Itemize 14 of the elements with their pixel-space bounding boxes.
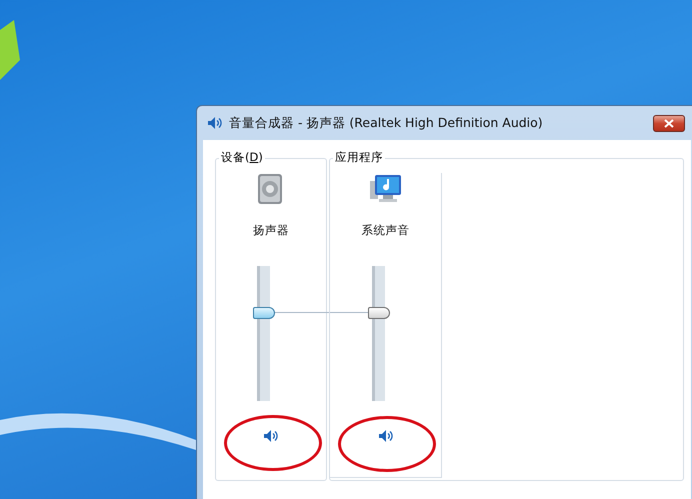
volume-slider-thumb[interactable]	[253, 307, 275, 320]
group-label: 设备(D)	[219, 150, 265, 165]
computer-monitor-icon	[368, 173, 402, 205]
volume-slider-thumb[interactable]	[368, 307, 390, 320]
close-button[interactable]	[653, 114, 685, 132]
speaker-icon	[207, 116, 223, 130]
group-label: 应用程序	[333, 150, 385, 165]
speaker-icon	[263, 429, 279, 443]
channel-name: 系统声音	[362, 223, 410, 238]
wallpaper-leaf-drawing	[0, 20, 20, 80]
close-icon	[664, 118, 674, 128]
window-title: 音量合成器 - 扬声器 (Realtek High Definition Audio)	[229, 114, 544, 132]
channel-name: 扬声器	[253, 223, 289, 238]
speaker-icon	[378, 429, 394, 443]
